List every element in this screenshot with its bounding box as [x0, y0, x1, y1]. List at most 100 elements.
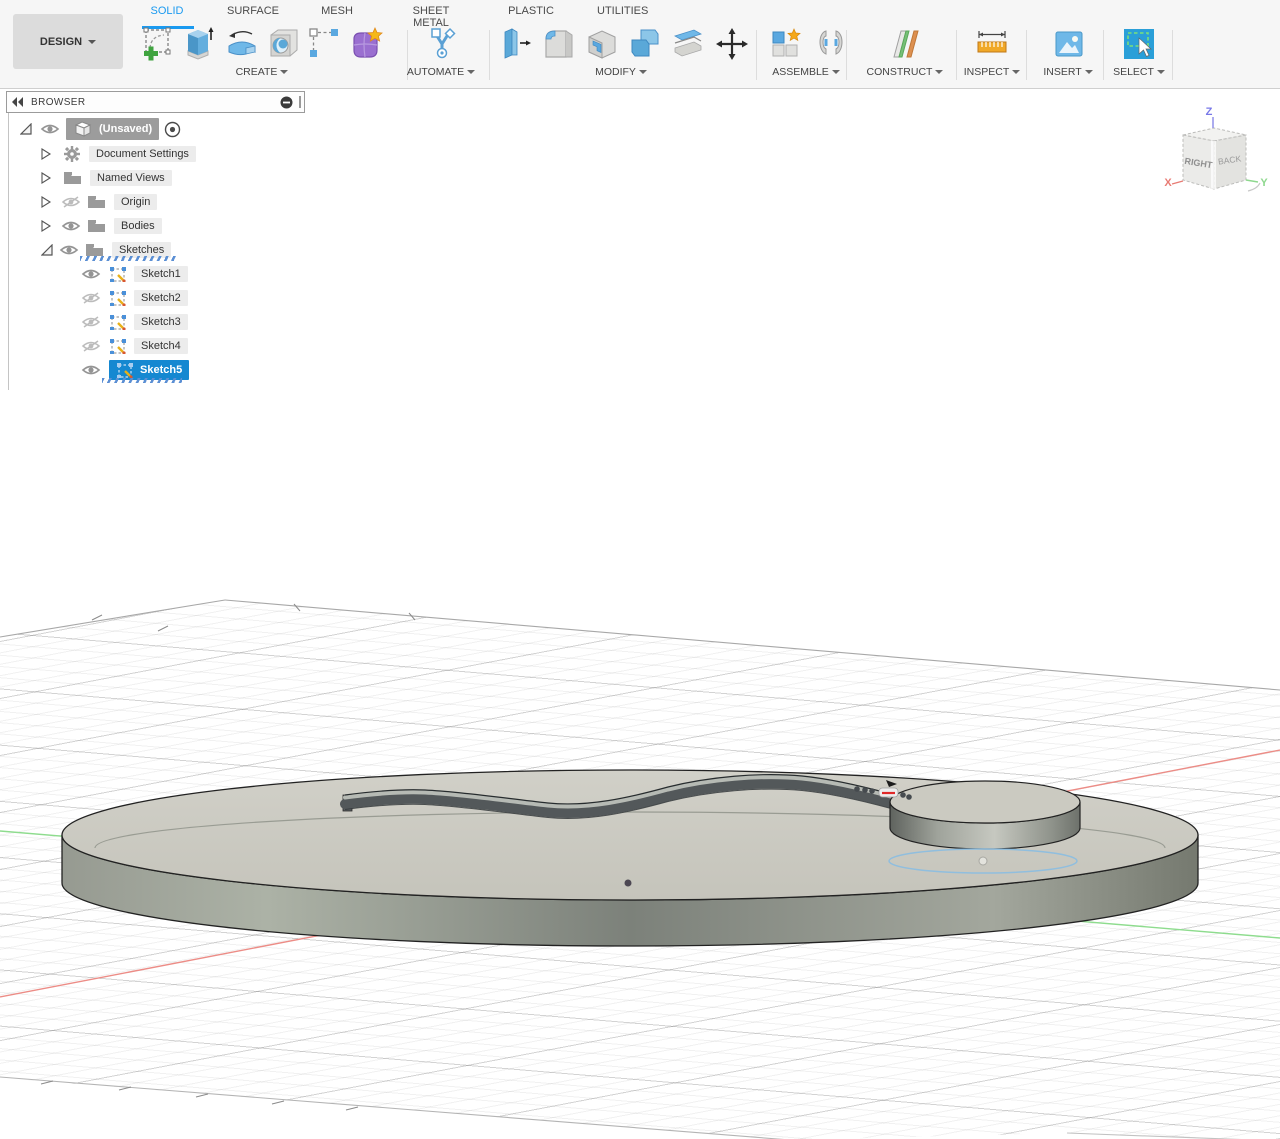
design-dropdown[interactable]: DESIGN [13, 14, 123, 69]
viewcube-face-label-back[interactable]: BACK [1217, 153, 1242, 166]
tree-row-sketch2[interactable]: Sketch2 [81, 288, 188, 308]
panel-edge [8, 113, 9, 390]
tree-label[interactable]: Sketch1 [134, 266, 188, 282]
tree-row-document-settings[interactable]: Document Settings [41, 144, 196, 164]
sketch-icon [110, 267, 126, 282]
browser-title: BROWSER [31, 96, 86, 108]
tree-row-named-views[interactable]: Named Views [41, 168, 172, 188]
drop-indicator-hatch [80, 256, 176, 261]
component-cube-icon [74, 121, 92, 137]
chevron-down-icon [638, 70, 647, 74]
folder-icon [88, 220, 105, 232]
collapsed-triangle-icon[interactable] [41, 148, 53, 160]
tab-mesh[interactable]: MESH [318, 5, 356, 21]
x-axis-label: X [1164, 177, 1172, 189]
viewcube-right-face[interactable] [1182, 134, 1215, 190]
tree-row-sketch4[interactable]: Sketch4 [81, 336, 188, 356]
collapsed-triangle-icon[interactable] [41, 220, 53, 232]
eye-visible-icon[interactable] [40, 122, 60, 136]
tree-row-sketch1[interactable]: Sketch1 [81, 264, 188, 284]
rectangular-pattern-icon[interactable] [306, 26, 342, 62]
y-axis-label: Y [1260, 177, 1268, 189]
measure-icon[interactable] [974, 26, 1010, 62]
tree-label[interactable]: Sketch2 [134, 290, 188, 306]
tree-label[interactable]: Sketch4 [134, 338, 188, 354]
group-select-label: SELECT [1113, 66, 1154, 78]
expand-triangle-icon[interactable] [20, 123, 32, 135]
group-automate[interactable]: AUTOMATE [396, 66, 486, 78]
tree-row-root[interactable]: (Unsaved) [20, 118, 181, 140]
tree-row-bodies[interactable]: Bodies [41, 216, 162, 236]
combine-icon[interactable] [627, 26, 663, 62]
group-select[interactable]: SELECT [1094, 66, 1184, 78]
eye-hidden-icon[interactable] [81, 291, 101, 305]
tree-row-sketch3[interactable]: Sketch3 [81, 312, 188, 332]
shell-icon[interactable] [584, 26, 620, 62]
design-dropdown-label: DESIGN [39, 35, 83, 48]
offset-plane-icon[interactable] [888, 26, 924, 62]
sketch-icon [117, 363, 133, 378]
group-assemble[interactable]: ASSEMBLE [761, 66, 851, 78]
fillet-icon[interactable] [541, 26, 577, 62]
extrude-icon[interactable] [181, 26, 217, 62]
x-axis-stub [1171, 180, 1184, 185]
tab-utilities[interactable]: UTILITIES [597, 5, 648, 21]
sketch-icon [110, 291, 126, 306]
viewcube-face-label-right[interactable]: RIGHT [1184, 156, 1214, 170]
viewcube-top-face[interactable] [1182, 127, 1247, 142]
expand-triangle-icon[interactable] [41, 244, 53, 256]
eye-visible-icon[interactable] [81, 363, 101, 377]
automate-icon[interactable] [424, 26, 460, 62]
activate-component-radio[interactable] [164, 121, 181, 138]
group-create-label: CREATE [235, 66, 278, 78]
split-body-icon[interactable] [670, 26, 706, 62]
tree-label[interactable]: Document Settings [89, 146, 196, 162]
collapsed-triangle-icon[interactable] [41, 196, 53, 208]
eye-visible-icon[interactable] [81, 267, 101, 281]
group-create[interactable]: CREATE [217, 66, 307, 78]
create-sketch-icon[interactable] [140, 26, 176, 62]
tab-surface[interactable]: SURFACE [224, 5, 282, 21]
chevron-down-icon [1156, 70, 1165, 74]
chevron-down-icon [467, 70, 476, 74]
tab-plastic[interactable]: PLASTIC [508, 5, 554, 21]
selected-sketch-chip[interactable]: Sketch5 [109, 360, 190, 380]
joint-icon[interactable] [813, 26, 849, 62]
tab-sheet-metal[interactable]: SHEET METAL [396, 5, 466, 29]
eye-hidden-icon[interactable] [81, 339, 101, 353]
viewcube[interactable]: RIGHT BACK Z X Y [1164, 106, 1268, 192]
collapse-panel-icon[interactable] [12, 97, 25, 107]
insert-image-icon[interactable] [1051, 26, 1087, 62]
select-icon[interactable] [1121, 26, 1157, 62]
new-component-icon[interactable] [768, 26, 804, 62]
tree-row-origin[interactable]: Origin [41, 192, 158, 212]
tree-label[interactable]: Named Views [90, 170, 172, 186]
tree-label[interactable]: Sketch3 [134, 314, 188, 330]
chevron-down-icon [280, 70, 289, 74]
remove-filter-icon[interactable] [280, 96, 293, 109]
document-chip[interactable]: (Unsaved) [66, 118, 160, 140]
eye-hidden-icon[interactable] [81, 315, 101, 329]
eye-hidden-icon[interactable] [61, 195, 81, 209]
press-pull-icon[interactable] [498, 26, 534, 62]
tree-label[interactable]: Origin [114, 194, 158, 210]
panel-grip-icon[interactable] [299, 96, 301, 108]
hole-icon[interactable] [266, 26, 302, 62]
form-icon[interactable] [348, 26, 384, 62]
collapsed-triangle-icon[interactable] [41, 172, 53, 184]
revolve-icon[interactable] [224, 26, 260, 62]
move-copy-icon[interactable] [714, 26, 750, 62]
eye-visible-icon[interactable] [61, 219, 81, 233]
tree-row-sketch5[interactable]: Sketch5 [81, 360, 190, 380]
gear-icon [64, 146, 80, 162]
tree-label[interactable]: Bodies [114, 218, 162, 234]
group-assemble-label: ASSEMBLE [772, 66, 829, 78]
group-construct[interactable]: CONSTRUCT [860, 66, 950, 78]
group-modify[interactable]: MODIFY [576, 66, 666, 78]
tab-solid[interactable]: SOLID [140, 5, 194, 21]
group-inspect-label: INSPECT [963, 66, 1010, 78]
eye-visible-icon[interactable] [59, 243, 79, 257]
chevron-down-icon [1084, 70, 1093, 74]
viewcube-back-face[interactable] [1213, 134, 1247, 190]
browser-header[interactable]: BROWSER [6, 91, 305, 113]
